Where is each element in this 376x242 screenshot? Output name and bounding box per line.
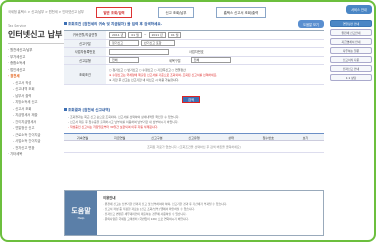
form-row-report-type: 신고구분 정기신고 반기신고 포함 [64, 39, 324, 48]
quick-link-button[interactable]: 지급명세서 안내 [330, 38, 372, 45]
report-type-values: 정기신고 반기신고 포함 [106, 40, 324, 48]
results-note: - 작성중인 신고서는 저장일로부터 30일간 보관되며 이후 자동 삭제됩니다… [68, 125, 159, 129]
quick-link-button[interactable]: 신고서식 다운 [330, 56, 372, 63]
column-header: 귀속연월 [76, 135, 89, 140]
report-type-select[interactable]: 정기신고 [109, 40, 139, 47]
tab-general-inquiry[interactable]: 일반 조회/입력 [96, 7, 132, 18]
filing-type-values: 전체 세목구분 전체 [106, 57, 324, 65]
search-heading: 조회조건 [원천세의 귀속 및 지급일자] 을 입력 후 검색하세요. [64, 22, 162, 27]
report-type-label: 신고구분 [64, 39, 106, 47]
quick-link-button[interactable]: 원천세 신고안내 [330, 29, 372, 36]
period-label: 귀속연월/지급연월 [64, 31, 106, 39]
condition-note-1: ※ 수정신고는 국세청에 제출된 신고서를 기준으로 조회되며, 조회된 신고서… [109, 72, 218, 77]
help-button[interactable]: 도움말 보기 [298, 20, 324, 28]
search-form: 귀속연월/지급연월 2011 년 01 월 ~ 2011 년 01 월 신고구분… [64, 30, 324, 85]
app-frame: 국세청 홈택스 > 신고/납부 > 원천세 > 인터넷신고 납부 일반 조회/입… [0, 0, 376, 242]
help-title: 이용안내 [103, 196, 116, 200]
quick-links: 연말정산 안내원천세 신고안내지급명세서 안내자주하는 질문신고서식 다운전자신… [330, 20, 372, 83]
column-header: 신고구분 [151, 135, 163, 140]
filing-type-label: 신고유형 [64, 56, 106, 64]
sidebar: Tax Service 인터넷신고 납부 · 원천세신고/납부 · 부가세신고 · … [8, 20, 64, 200]
range-separator: ~ [143, 32, 147, 37]
business-number-label: 사업자등록번호 [64, 48, 106, 56]
tab-hometax-report[interactable]: 홈택스 신고서 조회/출력 [216, 7, 266, 18]
bullet-icon [64, 22, 67, 25]
column-header: 지급연월 [114, 135, 126, 140]
column-header: 신고유형 [188, 135, 200, 140]
quick-link-button[interactable]: 연말정산 안내 [330, 20, 372, 27]
help-badge-title: 도움말 [71, 207, 91, 215]
column-header: 보기 [302, 135, 309, 140]
top-bar: 국세청 홈택스 > 신고/납부 > 원천세 > 인터넷신고 납부 일반 조회/입… [8, 5, 372, 19]
quick-link-button[interactable]: 자주하는 질문 [330, 47, 372, 54]
form-row-conditions: 조회조건 ○ 정기신고 ○ 반기신고 ○ 수정신고 ○ 기한후신고 ○ 연말정산… [64, 65, 324, 85]
column-header: 상태 [228, 135, 234, 140]
divider [8, 43, 64, 44]
tax-item-label: 세목구분 [169, 58, 181, 63]
results-notes: - 조회결과는 최근 신고 순으로 조회되며, 신고서를 선택하여 상세내역을 … [68, 115, 179, 130]
help-text: · 원천세 신고는 납부기한 전까지 신고 및 납부하여야 하며, 신고기한 경… [103, 202, 227, 222]
results-table-header: 귀속연월 지급연월 신고구분 신고유형 상태 접수번호 보기 [64, 134, 324, 141]
sidebar-title: 인터넷신고 납부 [8, 30, 63, 39]
start-year-select[interactable]: 2011 년 [109, 31, 127, 38]
results-heading-text: 조회결과 [원천세 신고내역] [68, 108, 111, 112]
end-month-select[interactable]: 01 월 [167, 31, 182, 38]
help-panel: 도움말 Help 이용안내 · 원천세 신고는 납부기한 전까지 신고 및 납부… [64, 190, 324, 236]
conditions-values: ○ 정기신고 ○ 반기신고 ○ 수정신고 ○ 기한후신고 ○ 연말정산 ※ 수정… [106, 65, 324, 84]
business-number-caption: 사업자번호 [189, 50, 204, 55]
end-year-select[interactable]: 2011 년 [148, 31, 166, 38]
empty-results-message: 조회된 자료가 없습니다. (조회조건을 선택하신 후 검색 버튼을 클릭하세요… [64, 141, 324, 153]
filing-type-select[interactable]: 전체 [109, 57, 139, 64]
tax-item-select[interactable]: 전체 [190, 57, 231, 64]
search-button[interactable]: 검색 [182, 96, 200, 103]
start-month-select[interactable]: 01 월 [128, 31, 142, 38]
business-number-values: 사업자번호 [106, 48, 324, 56]
condition-note-2: ※ 기한 후 신고는 신고기한 내 미신고 시 이용 가능합니다. [109, 77, 180, 82]
form-row-filing-type: 신고유형 전체 세목구분 전체 [64, 56, 324, 65]
column-header: 접수번호 [262, 135, 274, 140]
service-guide-button[interactable]: 서비스 안내 [346, 5, 372, 14]
help-badge-subtitle: Help [77, 216, 85, 220]
help-line: · 문의사항은 국세청 고객센터 (국번없이 126) 으로 연락하시기 바랍니… [103, 217, 189, 221]
results-heading: 조회결과 [원천세 신고내역] [64, 108, 110, 113]
form-row-period: 귀속연월/지급연월 2011 년 01 월 ~ 2011 년 01 월 [64, 31, 324, 40]
help-badge: 도움말 Help [65, 191, 97, 235]
quick-link-button[interactable]: 1:1 상담 [330, 74, 372, 81]
condition-radios[interactable]: ○ 정기신고 ○ 반기신고 ○ 수정신고 ○ 기한후신고 ○ 연말정산 [109, 68, 186, 72]
sidebar-subtitle: Tax Service [8, 24, 27, 28]
quick-link-button[interactable]: 전자신고 안내 [330, 65, 372, 72]
sidebar-item[interactable]: · 기타세목 [8, 151, 64, 158]
breadcrumb: 국세청 홈택스 > 신고/납부 > 원천세 > 인터넷신고 납부 [8, 10, 84, 14]
period-values: 2011 년 01 월 ~ 2011 년 01 월 [106, 31, 324, 39]
main-content: 조회조건 [원천세의 귀속 및 지급일자] 을 입력 후 검색하세요. 도움말 … [64, 20, 324, 190]
conditions-label: 조회조건 [64, 65, 106, 84]
form-row-business-number: 사업자등록번호 사업자번호 [64, 48, 324, 57]
business-number-input[interactable] [109, 48, 169, 55]
tab-report-inquiry[interactable]: 신고 조회/납부 [158, 7, 194, 18]
results-table: 귀속연월 지급연월 신고구분 신고유형 상태 접수번호 보기 조회된 자료가 없습니다. (… [64, 133, 324, 153]
sidebar-menu: · 원천세신고/납부 · 부가세신고 · 종합소득세 · 법인세신고 · 원천세 - 신고… [8, 47, 64, 158]
bullet-icon [64, 108, 67, 111]
semiannual-select[interactable]: 반기신고 포함 [141, 40, 175, 47]
search-heading-text: 조회조건 [원천세의 귀속 및 지급일자] 을 입력 후 검색하세요. [68, 22, 163, 26]
